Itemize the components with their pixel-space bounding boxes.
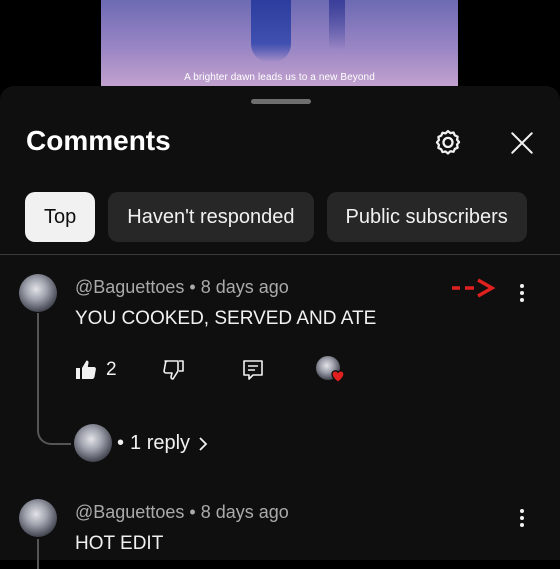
comment-more-button[interactable]: [512, 503, 532, 533]
thread-line: [37, 539, 39, 569]
comment-author[interactable]: @Baguettoes: [75, 277, 184, 297]
like-count: 2: [106, 359, 117, 380]
avatar[interactable]: [19, 274, 57, 312]
video-player[interactable]: A brighter dawn leads us to a new Beyond: [101, 0, 458, 88]
settings-button[interactable]: [428, 123, 468, 163]
sheet-title: Comments: [26, 125, 171, 156]
filter-chip-public-subscribers[interactable]: Public subscribers: [326, 192, 527, 242]
like-button[interactable]: 2: [74, 358, 117, 382]
filter-chip-havent-responded[interactable]: Haven't responded: [108, 192, 314, 242]
dislike-button[interactable]: [162, 358, 186, 382]
comment-time: 8 days ago: [200, 277, 289, 297]
thread-line: [37, 313, 71, 445]
comment-author[interactable]: @Baguettoes: [75, 502, 184, 522]
more-vert-icon: [520, 509, 524, 527]
meta-separator: •: [189, 277, 201, 297]
avatar[interactable]: [19, 499, 57, 537]
more-vert-icon: [520, 284, 524, 302]
comment-meta: @Baguettoes • 8 days ago: [75, 502, 289, 523]
reply-button[interactable]: [241, 358, 265, 382]
dislike-icon: [163, 360, 184, 380]
reply-separator: •: [117, 432, 125, 454]
close-icon: [511, 132, 533, 154]
comments-sheet: Comments Top Haven't responded Public su…: [0, 86, 560, 569]
comment-text: HOT EDIT: [75, 533, 164, 554]
view-replies-button[interactable]: • 1 reply: [117, 432, 210, 455]
comment-text: YOU COOKED, SERVED AND ATE: [75, 308, 377, 329]
meta-separator: •: [189, 502, 201, 522]
reply-count: 1 reply: [130, 432, 191, 454]
video-caption: A brighter dawn leads us to a new Beyond: [184, 72, 375, 83]
comment-more-button[interactable]: [512, 278, 532, 308]
reply-icon: [243, 360, 263, 380]
chevron-right-icon: [199, 436, 208, 451]
creator-heart[interactable]: [316, 356, 345, 384]
video-figure: [251, 0, 291, 62]
drag-handle[interactable]: [251, 99, 311, 104]
close-button[interactable]: [502, 123, 542, 163]
reply-avatar: [74, 424, 112, 462]
arrow-right-icon: [452, 278, 496, 298]
heart-icon: [331, 370, 345, 383]
divider: [0, 254, 560, 255]
comment-meta: @Baguettoes • 8 days ago: [75, 277, 289, 298]
like-icon: [76, 360, 96, 379]
filter-chip-top[interactable]: Top: [25, 192, 96, 242]
comment-time: 8 days ago: [200, 502, 289, 522]
filter-chips: Top Haven't responded Public subscribers: [25, 192, 527, 242]
video-figure-secondary: [329, 0, 345, 50]
settings-icon: [435, 129, 461, 155]
